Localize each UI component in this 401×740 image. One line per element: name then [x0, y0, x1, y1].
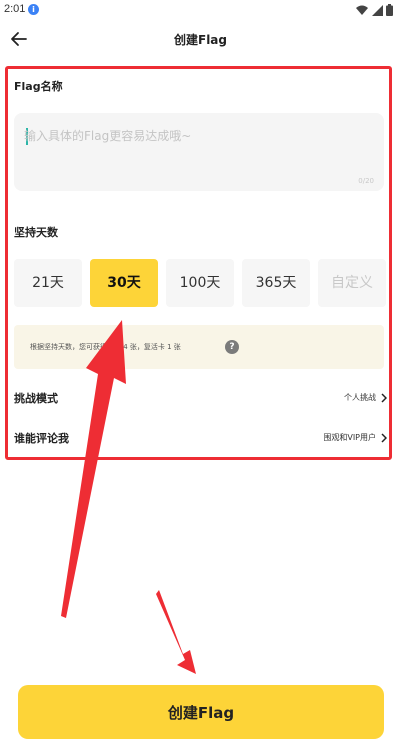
annotation-arrow-down [156, 590, 196, 674]
cellular-icon [371, 4, 383, 16]
create-flag-button[interactable]: 创建Flag [18, 685, 384, 739]
status-bar: 2:01 i [0, 0, 401, 20]
status-time: 2:01 [4, 3, 26, 15]
annotation-highlight-box [5, 66, 392, 460]
status-icons [356, 3, 393, 16]
wifi-icon [356, 5, 368, 15]
page-title: 创建Flag [174, 33, 227, 47]
notification-badge-icon: i [28, 4, 39, 15]
battery-icon [386, 4, 393, 16]
header: 创建Flag [0, 22, 401, 56]
